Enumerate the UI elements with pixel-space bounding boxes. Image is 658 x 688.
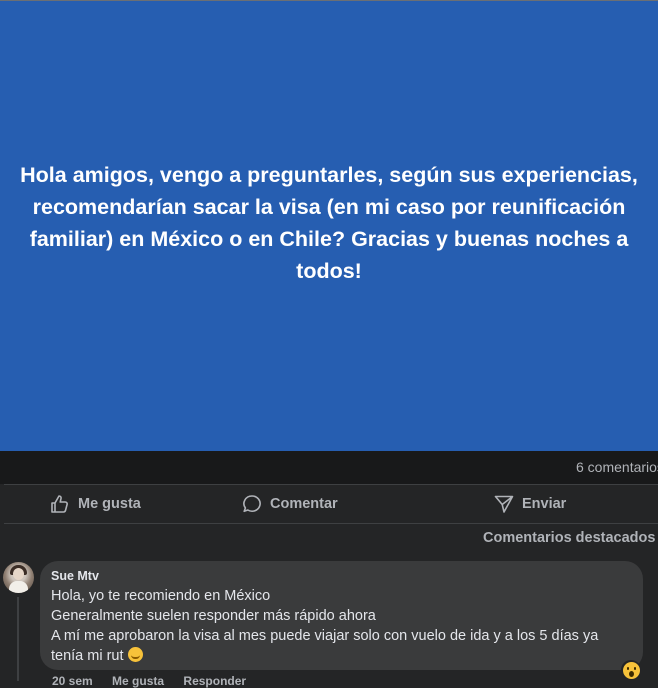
comment-button[interactable]: Comentar: [242, 485, 338, 523]
comment-line: Generalmente suelen responder más rápido…: [51, 608, 376, 624]
post-text: Hola amigos, vengo a preguntarles, según…: [20, 163, 638, 283]
send-label: Enviar: [522, 496, 567, 512]
comment-time[interactable]: 20 sem: [52, 674, 93, 688]
comment-label: Comentar: [270, 496, 338, 512]
thread-line: [17, 597, 19, 681]
comment-line: tenía mi rut: [51, 648, 124, 664]
post-actions: Me gusta Comentar Enviar: [0, 485, 658, 523]
comment-line: Hola, yo te recomiendo en México: [51, 588, 271, 604]
comment-line: A mí me aprobaron la visa al mes puede v…: [51, 628, 599, 644]
post-stats-bar: 6 comentarios: [0, 451, 658, 484]
like-button[interactable]: Me gusta: [50, 485, 141, 523]
thumbs-up-icon: [51, 495, 68, 513]
comment-bubble: Sue Mtv Hola, yo te recomiendo en México…: [40, 561, 643, 670]
comment-reply-button[interactable]: Responder: [183, 674, 246, 688]
comment-text: Hola, yo te recomiendo en México General…: [51, 586, 631, 666]
comment-author[interactable]: Sue Mtv: [51, 569, 631, 584]
divider: [4, 523, 658, 524]
speech-bubble-icon: [243, 495, 261, 513]
wow-reaction-icon[interactable]: [621, 660, 641, 680]
comment-line-last: tenía mi rut: [51, 646, 631, 666]
avatar[interactable]: [3, 562, 34, 593]
comment-meta: 20 sem Me gusta Responder: [52, 674, 262, 688]
sort-label: Comentarios destacados: [483, 530, 656, 546]
comments-count-link[interactable]: 6 comentarios: [576, 459, 658, 475]
smiling-face-icon: [127, 647, 143, 662]
post-background: Hola amigos, vengo a preguntarles, según…: [0, 1, 658, 451]
comment-sort-dropdown[interactable]: Comentarios destacados: [483, 530, 658, 546]
send-icon: [494, 495, 514, 513]
send-button[interactable]: Enviar: [494, 485, 566, 523]
comment-like-button[interactable]: Me gusta: [112, 674, 164, 688]
like-label: Me gusta: [78, 496, 141, 512]
